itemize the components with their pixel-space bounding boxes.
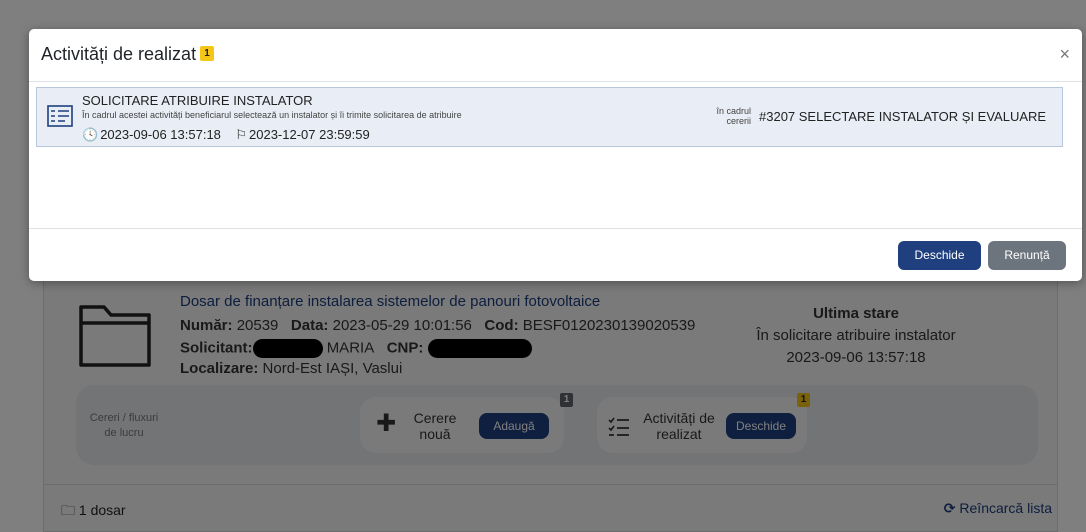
activity-dates: 🕓 2023-09-06 13:57:18 ⚐ 2023-12-07 23:59:5… (82, 127, 370, 143)
activity-start: 2023-09-06 13:57:18 (100, 127, 221, 142)
flag-icon: ⚐ (235, 127, 248, 142)
deschide-button[interactable]: Deschide (898, 241, 981, 270)
activity-row[interactable]: SOLICITARE ATRIBUIRE INSTALATOR În cadru… (36, 87, 1063, 147)
activity-cadrul-label: în cadrul cererii (716, 106, 751, 126)
title-badge: 1 (200, 46, 215, 61)
clock-icon: 🕓 (82, 127, 99, 142)
activity-reference: #3207 SELECTARE INSTALATOR ȘI EVALUARE (759, 109, 1047, 124)
activity-deadline: 2023-12-07 23:59:59 (249, 127, 370, 142)
close-icon[interactable]: × (1059, 44, 1070, 65)
activity-list-icon (47, 105, 73, 127)
activity-description: În cadrul acestei activități beneficiaru… (82, 110, 462, 120)
renunta-button[interactable]: Renunță (988, 241, 1066, 270)
modal-title: Activități de realizat 1 (41, 44, 215, 65)
modal-header: Activități de realizat 1 × (29, 29, 1082, 82)
activity-title: SOLICITARE ATRIBUIRE INSTALATOR (82, 93, 313, 108)
